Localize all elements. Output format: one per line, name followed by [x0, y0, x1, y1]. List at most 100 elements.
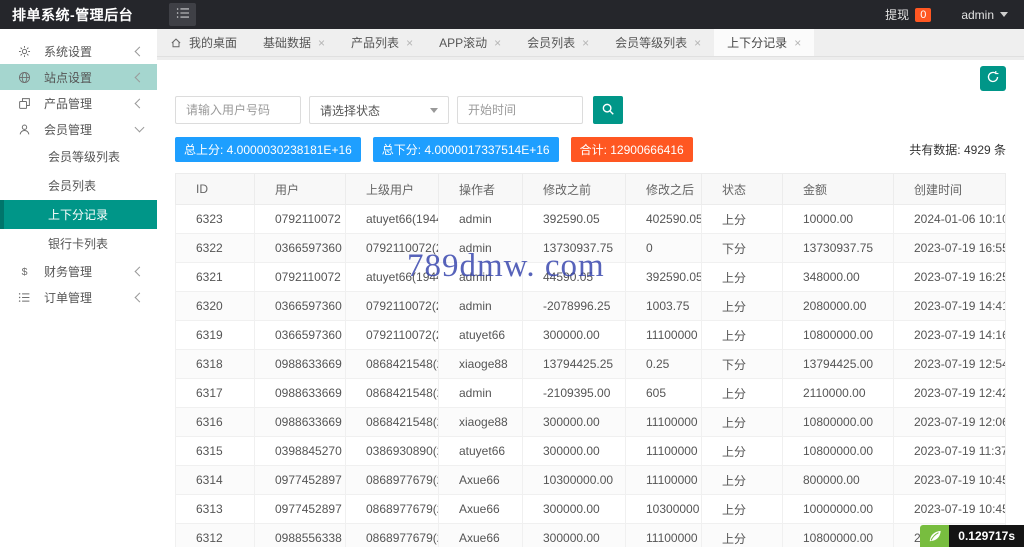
trace-widget[interactable]: 0.129717s [920, 525, 1024, 547]
table-row: 631609886336690868421548(2417)xiaoge8830… [175, 407, 1006, 437]
tab-basic-data[interactable]: 基础数据 × [250, 29, 338, 56]
render-time: 0.129717s [949, 525, 1024, 547]
home-icon [170, 37, 182, 49]
cell-status: 上分 [701, 436, 783, 466]
cell-parent-user: 0868977679(2411) [345, 494, 439, 524]
cell-before: 13794425.25 [522, 349, 626, 379]
cell-status: 上分 [701, 494, 783, 524]
cell-amount: 13794425.00 [782, 349, 894, 379]
cell-operator: atuyet66 [438, 436, 523, 466]
status-select-value: 请选择状态 [320, 103, 381, 118]
cell-parent-user: 0868977679(2411) [345, 465, 439, 495]
user-number-input[interactable] [175, 96, 301, 124]
tab-label: 会员列表 [527, 36, 576, 50]
cell-user: 0988633669 [254, 407, 346, 437]
search-button[interactable] [593, 96, 623, 124]
close-icon[interactable]: × [794, 37, 801, 49]
sidebar-item-updown-records[interactable]: 上下分记录 [0, 200, 157, 229]
tab-member-list[interactable]: 会员列表 × [514, 29, 602, 56]
cell-user: 0977452897 [254, 494, 346, 524]
filter-bar: 请选择状态 [175, 96, 1006, 124]
cell-amount: 2080000.00 [782, 291, 894, 321]
cell-before: 300000.00 [522, 436, 626, 466]
cell-status: 下分 [701, 349, 783, 379]
close-icon[interactable]: × [494, 37, 501, 49]
total-down-badge: 总下分: 4.0000017337514E+16 [372, 137, 559, 162]
start-time-input[interactable] [457, 96, 583, 124]
table-row: 631709886336690868421548(2417)admin-2109… [175, 378, 1006, 408]
cell-created-at: 2023-07-19 10:45:12 [893, 494, 1006, 524]
table-row: 632003665973600792110072(2419)admin-2078… [175, 291, 1006, 321]
cell-status: 上分 [701, 291, 783, 321]
cell-user: 0792110072 [254, 204, 346, 234]
sidebar-item-system-settings[interactable]: 系统设置 [0, 38, 157, 64]
cell-status: 上分 [701, 523, 783, 547]
cell-id: 6321 [175, 262, 255, 292]
close-icon[interactable]: × [582, 37, 589, 49]
cell-before: 392590.05 [522, 204, 626, 234]
cell-operator: admin [438, 204, 523, 234]
cell-id: 6323 [175, 204, 255, 234]
tab-my-desktop[interactable]: 我的桌面 [157, 29, 250, 56]
chevron-left-icon [134, 98, 145, 108]
table-row: 631209885563380868977679(2411)Axue663000… [175, 523, 1006, 547]
withdraw-link[interactable]: 提现 0 [885, 6, 932, 23]
sidebar-subitem-label: 会员等级列表 [48, 150, 121, 164]
tab-member-level-list[interactable]: 会员等级列表 × [602, 29, 714, 56]
col-user: 用户 [254, 173, 346, 205]
refresh-button[interactable] [980, 66, 1006, 91]
cell-amount: 348000.00 [782, 262, 894, 292]
cell-status: 上分 [701, 465, 783, 495]
user-menu[interactable]: admin [961, 8, 1008, 22]
col-operator: 操作者 [438, 173, 523, 205]
cell-after: 605 [625, 378, 702, 408]
tab-updown-records[interactable]: 上下分记录 × [714, 29, 815, 56]
tab-product-list[interactable]: 产品列表 × [338, 29, 426, 56]
table-row: 631903665973600792110072(2419)atuyet6630… [175, 320, 1006, 350]
table-row: 63210792110072atuyet66(1944)admin44590.0… [175, 262, 1006, 292]
cell-created-at: 2023-07-19 12:54:05 [893, 349, 1006, 379]
cell-operator: Axue66 [438, 465, 523, 495]
sidebar-item-member-level-list[interactable]: 会员等级列表 [0, 142, 157, 171]
sidebar-toggle-button[interactable] [169, 3, 196, 26]
panel-toolbar [175, 60, 1006, 96]
sidebar-subitem-label: 会员列表 [48, 179, 97, 193]
sidebar-item-finance-management[interactable]: $ 财务管理 [0, 258, 157, 284]
cell-operator: xiaoge88 [438, 407, 523, 437]
sidebar-item-member-list[interactable]: 会员列表 [0, 171, 157, 200]
cell-status: 上分 [701, 320, 783, 350]
app-window: 排单系统-管理后台 提现 0 admin 系统设置 站点设置 产品管理 会员管理 会员等… [0, 0, 1024, 547]
cell-id: 6318 [175, 349, 255, 379]
cell-status: 上分 [701, 378, 783, 408]
cell-after: 0.25 [625, 349, 702, 379]
sidebar-item-label: 产品管理 [44, 96, 93, 111]
cell-after: 11100000 [625, 523, 702, 547]
tab-app-scroll[interactable]: APP滚动 × [426, 29, 514, 56]
thinkphp-trace-icon[interactable] [920, 525, 950, 547]
table-row: 631503988452700386930890(2415)atuyet6630… [175, 436, 1006, 466]
close-icon[interactable]: × [318, 37, 325, 49]
status-select[interactable]: 请选择状态 [309, 96, 449, 124]
cell-before: 300000.00 [522, 494, 626, 524]
cell-parent-user: 0868421548(2417) [345, 407, 439, 437]
sidebar-item-label: 财务管理 [44, 264, 93, 279]
sidebar-item-label: 会员管理 [44, 122, 93, 137]
close-icon[interactable]: × [694, 37, 701, 49]
tab-label: APP滚动 [439, 36, 488, 50]
cell-after: 11100000 [625, 407, 702, 437]
refresh-icon [986, 70, 1000, 87]
sidebar-item-order-management[interactable]: 订单管理 [0, 284, 157, 310]
cell-amount: 10800000.00 [782, 407, 894, 437]
sidebar-item-site-settings[interactable]: 站点设置 [0, 64, 157, 90]
close-icon[interactable]: × [406, 37, 413, 49]
cell-user: 0988633669 [254, 378, 346, 408]
stats-bar: 总上分: 4.0000030238181E+16 总下分: 4.00000173… [175, 137, 1006, 162]
sidebar-item-member-management[interactable]: 会员管理 [0, 116, 157, 142]
cell-id: 6317 [175, 378, 255, 408]
cell-user: 0366597360 [254, 320, 346, 350]
sidebar-subitem-label: 银行卡列表 [48, 237, 109, 251]
cell-after: 11100000 [625, 465, 702, 495]
sidebar-item-bank-card-list[interactable]: 银行卡列表 [0, 229, 157, 258]
sidebar-item-product-management[interactable]: 产品管理 [0, 90, 157, 116]
col-id: ID [175, 173, 255, 205]
